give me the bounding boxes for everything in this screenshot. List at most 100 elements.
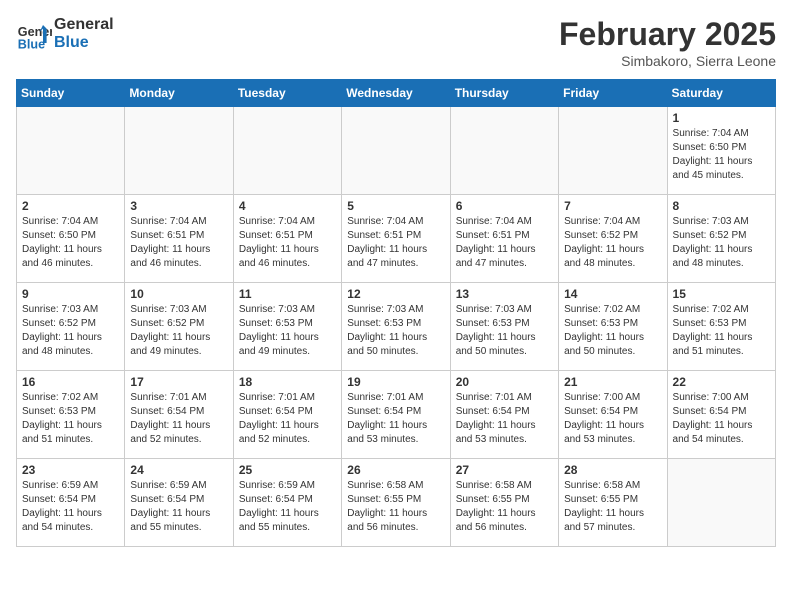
title-block: February 2025 Simbakoro, Sierra Leone	[559, 16, 776, 69]
calendar-cell: 24 Sunrise: 6:59 AM Sunset: 6:54 PM Dayli…	[125, 459, 233, 547]
weekday-header-friday: Friday	[559, 80, 667, 107]
day-info: Sunrise: 7:03 AM Sunset: 6:53 PM Dayligh…	[239, 303, 336, 359]
weekday-header-wednesday: Wednesday	[342, 80, 450, 107]
calendar-cell: 2Sunrise: 7:04 AM Sunset: 6:50 PM Daylig…	[17, 195, 125, 283]
day-info: Sunrise: 7:03 AM Sunset: 6:52 PM Dayligh…	[22, 303, 119, 359]
day-info: Sunrise: 7:00 AM Sunset: 6:54 PM Dayligh…	[673, 391, 770, 447]
calendar-cell: 5 Sunrise: 7:04 AM Sunset: 6:51 PM Daylig…	[342, 195, 450, 283]
day-info: Sunrise: 6:58 AM Sunset: 6:55 PM Dayligh…	[347, 479, 444, 535]
day-number: 10	[130, 287, 227, 301]
calendar-cell: 26 Sunrise: 6:58 AM Sunset: 6:55 PM Dayli…	[342, 459, 450, 547]
calendar-cell: 6 Sunrise: 7:04 AM Sunset: 6:51 PM Daylig…	[450, 195, 558, 283]
calendar-cell: 16Sunrise: 7:02 AM Sunset: 6:53 PM Dayli…	[17, 371, 125, 459]
day-info: Sunrise: 7:04 AM Sunset: 6:51 PM Dayligh…	[130, 215, 227, 271]
calendar-table: SundayMondayTuesdayWednesdayThursdayFrid…	[16, 79, 776, 547]
calendar-cell	[125, 107, 233, 195]
svg-text:Blue: Blue	[18, 37, 45, 51]
day-info: Sunrise: 7:01 AM Sunset: 6:54 PM Dayligh…	[239, 391, 336, 447]
day-number: 11	[239, 287, 336, 301]
weekday-header-sunday: Sunday	[17, 80, 125, 107]
day-info: Sunrise: 7:02 AM Sunset: 6:53 PM Dayligh…	[564, 303, 661, 359]
day-number: 1	[673, 111, 770, 125]
day-info: Sunrise: 7:04 AM Sunset: 6:52 PM Dayligh…	[564, 215, 661, 271]
calendar-cell: 28Sunrise: 6:58 AM Sunset: 6:55 PM Dayli…	[559, 459, 667, 547]
day-number: 18	[239, 375, 336, 389]
calendar-cell	[559, 107, 667, 195]
logo-text-line1: General	[54, 16, 114, 34]
logo-text-line2: Blue	[54, 34, 114, 52]
calendar-cell	[450, 107, 558, 195]
calendar-cell: 25 Sunrise: 6:59 AM Sunset: 6:54 PM Dayli…	[233, 459, 341, 547]
week-row-0: 1 Sunrise: 7:04 AM Sunset: 6:50 PM Daylig…	[17, 107, 776, 195]
calendar-cell: 13Sunrise: 7:03 AM Sunset: 6:53 PM Dayli…	[450, 283, 558, 371]
day-number: 2	[22, 199, 119, 213]
calendar-cell	[667, 459, 775, 547]
day-info: Sunrise: 7:01 AM Sunset: 6:54 PM Dayligh…	[456, 391, 553, 447]
calendar-cell: 15 Sunrise: 7:02 AM Sunset: 6:53 PM Dayli…	[667, 283, 775, 371]
calendar-cell: 10 Sunrise: 7:03 AM Sunset: 6:52 PM Dayli…	[125, 283, 233, 371]
day-number: 6	[456, 199, 553, 213]
day-info: Sunrise: 7:03 AM Sunset: 6:52 PM Dayligh…	[673, 215, 770, 271]
day-number: 20	[456, 375, 553, 389]
day-number: 21	[564, 375, 661, 389]
day-number: 7	[564, 199, 661, 213]
day-number: 16	[22, 375, 119, 389]
calendar-cell: 27 Sunrise: 6:58 AM Sunset: 6:55 PM Dayli…	[450, 459, 558, 547]
weekday-header-tuesday: Tuesday	[233, 80, 341, 107]
day-info: Sunrise: 7:03 AM Sunset: 6:53 PM Dayligh…	[347, 303, 444, 359]
day-info: Sunrise: 7:04 AM Sunset: 6:51 PM Dayligh…	[456, 215, 553, 271]
day-number: 5	[347, 199, 444, 213]
day-info: Sunrise: 7:02 AM Sunset: 6:53 PM Dayligh…	[673, 303, 770, 359]
day-number: 8	[673, 199, 770, 213]
week-row-2: 9 Sunrise: 7:03 AM Sunset: 6:52 PM Daylig…	[17, 283, 776, 371]
calendar-cell: 23Sunrise: 6:59 AM Sunset: 6:54 PM Dayli…	[17, 459, 125, 547]
day-number: 9	[22, 287, 119, 301]
day-number: 15	[673, 287, 770, 301]
calendar-cell: 17Sunrise: 7:01 AM Sunset: 6:54 PM Dayli…	[125, 371, 233, 459]
day-number: 26	[347, 463, 444, 477]
calendar-cell: 21Sunrise: 7:00 AM Sunset: 6:54 PM Dayli…	[559, 371, 667, 459]
day-number: 22	[673, 375, 770, 389]
week-row-3: 16Sunrise: 7:02 AM Sunset: 6:53 PM Dayli…	[17, 371, 776, 459]
day-number: 4	[239, 199, 336, 213]
week-row-4: 23 Sunrise: 6:59 AM Sunset: 6:54 PM Dayli…	[17, 459, 776, 547]
day-info: Sunrise: 7:03 AM Sunset: 6:52 PM Dayligh…	[130, 303, 227, 359]
day-number: 27	[456, 463, 553, 477]
day-number: 25	[239, 463, 336, 477]
calendar-cell	[233, 107, 341, 195]
logo: General Blue General Blue	[16, 16, 114, 52]
calendar-cell: 9 Sunrise: 7:03 AM Sunset: 6:52 PM Daylig…	[17, 283, 125, 371]
calendar-cell: 7 Sunrise: 7:04 AM Sunset: 6:52 PM Daylig…	[559, 195, 667, 283]
day-info: Sunrise: 6:58 AM Sunset: 6:55 PM Dayligh…	[456, 479, 553, 535]
calendar-cell: 19 Sunrise: 7:01 AM Sunset: 6:54 PM Dayli…	[342, 371, 450, 459]
day-number: 23	[22, 463, 119, 477]
calendar-cell: 14 Sunrise: 7:02 AM Sunset: 6:53 PM Dayli…	[559, 283, 667, 371]
day-info: Sunrise: 7:04 AM Sunset: 6:50 PM Dayligh…	[673, 127, 770, 183]
day-info: Sunrise: 6:59 AM Sunset: 6:54 PM Dayligh…	[239, 479, 336, 535]
calendar-cell: 4Sunrise: 7:04 AM Sunset: 6:51 PM Daylig…	[233, 195, 341, 283]
day-number: 19	[347, 375, 444, 389]
day-info: Sunrise: 7:01 AM Sunset: 6:54 PM Dayligh…	[347, 391, 444, 447]
weekday-header-thursday: Thursday	[450, 80, 558, 107]
day-number: 3	[130, 199, 227, 213]
calendar-cell	[17, 107, 125, 195]
calendar-cell: 8 Sunrise: 7:03 AM Sunset: 6:52 PM Daylig…	[667, 195, 775, 283]
day-number: 14	[564, 287, 661, 301]
day-number: 17	[130, 375, 227, 389]
day-number: 28	[564, 463, 661, 477]
weekday-header-row: SundayMondayTuesdayWednesdayThursdayFrid…	[17, 80, 776, 107]
calendar-cell: 1 Sunrise: 7:04 AM Sunset: 6:50 PM Daylig…	[667, 107, 775, 195]
day-info: Sunrise: 7:04 AM Sunset: 6:51 PM Dayligh…	[347, 215, 444, 271]
week-row-1: 2Sunrise: 7:04 AM Sunset: 6:50 PM Daylig…	[17, 195, 776, 283]
logo-icon: General Blue	[16, 16, 52, 52]
day-number: 12	[347, 287, 444, 301]
weekday-header-saturday: Saturday	[667, 80, 775, 107]
calendar-cell: 18 Sunrise: 7:01 AM Sunset: 6:54 PM Dayli…	[233, 371, 341, 459]
month-title: February 2025	[559, 16, 776, 53]
calendar-cell: 3 Sunrise: 7:04 AM Sunset: 6:51 PM Daylig…	[125, 195, 233, 283]
location-subtitle: Simbakoro, Sierra Leone	[559, 53, 776, 69]
day-info: Sunrise: 7:03 AM Sunset: 6:53 PM Dayligh…	[456, 303, 553, 359]
calendar-cell: 11 Sunrise: 7:03 AM Sunset: 6:53 PM Dayli…	[233, 283, 341, 371]
day-info: Sunrise: 6:59 AM Sunset: 6:54 PM Dayligh…	[130, 479, 227, 535]
day-number: 24	[130, 463, 227, 477]
